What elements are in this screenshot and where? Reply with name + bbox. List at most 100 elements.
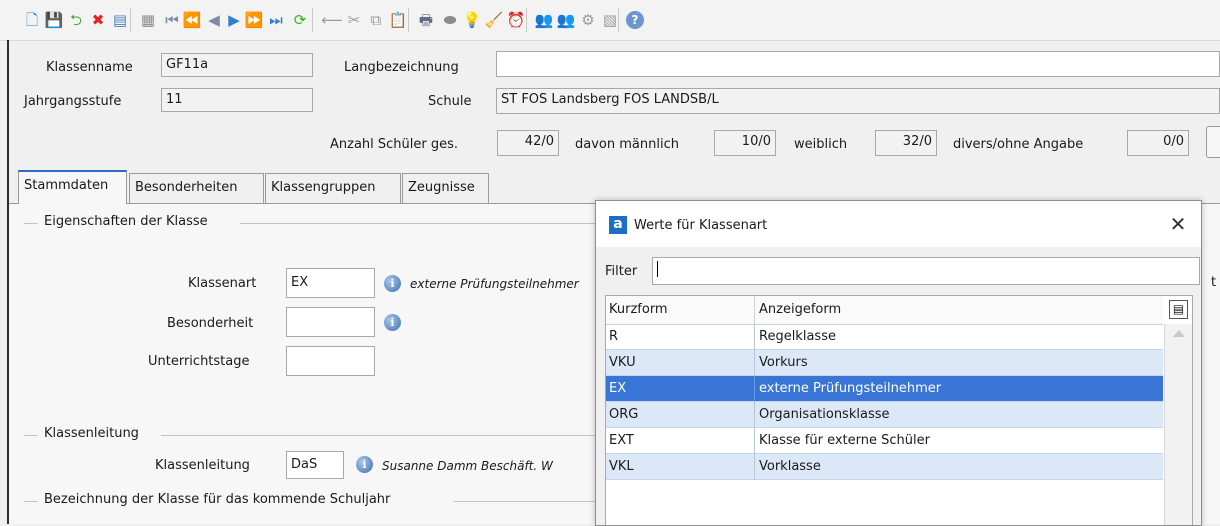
schule-label: Schule (428, 94, 472, 109)
column-separator (754, 296, 755, 324)
grid-view-icon[interactable]: ▦ (138, 10, 158, 30)
weiblich-label: weiblich (794, 137, 848, 152)
unterrichtstage-label: Unterrichtstage (148, 354, 250, 369)
langbezeichnung-field[interactable] (496, 51, 1220, 77)
cell-anzeigeform: Klasse für externe Schüler (759, 433, 930, 448)
group-line (240, 223, 596, 224)
settings-circle-icon[interactable]: ⚙ (578, 10, 598, 30)
preview-icon[interactable]: ⬬ (440, 10, 460, 30)
last-record-icon[interactable]: ⏭ (266, 10, 286, 30)
toolbar-separator (408, 8, 409, 32)
anzahl-schueler-label: Anzahl Schüler ges. (330, 137, 459, 152)
previous-icon[interactable]: ◀ (204, 10, 224, 30)
cell-kurzform: EX (609, 381, 627, 396)
table-row[interactable]: VKU Vorkurs (606, 350, 1163, 376)
copy-icon[interactable]: ⧉ (366, 10, 386, 30)
jahrgangsstufe-field[interactable]: 11 (161, 88, 313, 112)
group-bezeichnung-title: Bezeichnung der Klasse für das kommende … (40, 492, 395, 507)
column-header-anzeigeform[interactable]: Anzeigeform (759, 296, 841, 324)
table-row[interactable]: EXT Klasse für externe Schüler (606, 428, 1163, 454)
dialog-title-bar: a Werte für Klassenart ✕ (596, 201, 1201, 247)
dialog-title: Werte für Klassenart (634, 218, 768, 233)
info-icon[interactable]: i (384, 275, 401, 292)
besonderheit-label: Besonderheit (167, 316, 254, 331)
tab-besonderheiten[interactable]: Besonderheiten (129, 173, 264, 203)
klassenart-label: Klassenart (188, 276, 257, 291)
scroll-up-arrow-icon[interactable] (1173, 330, 1185, 337)
refresh-icon[interactable]: ⟳ (290, 10, 310, 30)
save-icon[interactable]: 💾 (44, 10, 64, 30)
next-icon[interactable]: ▶ (224, 10, 244, 30)
undo-icon[interactable]: ⮌ (66, 10, 86, 30)
cell-anzeigeform: Vorkurs (759, 355, 808, 370)
close-icon[interactable]: ✕ (1166, 212, 1190, 236)
langbezeichnung-label: Langbezeichnung (344, 60, 459, 75)
lightbulb-icon[interactable]: 💡 (462, 10, 482, 30)
column-header-kurzform[interactable]: Kurzform (609, 296, 668, 324)
group-line (161, 435, 596, 436)
cell-separator (754, 402, 755, 428)
klassenname-field[interactable]: GF11a (161, 53, 313, 77)
group-line (24, 223, 38, 224)
fast-forward-icon[interactable]: ⏩ (244, 10, 264, 30)
werte-klassenart-dialog: a Werte für Klassenart ✕ Filter Kurzform… (595, 200, 1202, 526)
toolbar-separator (312, 8, 313, 32)
users-icon[interactable]: 👥 (534, 10, 554, 30)
klassenleitung-field[interactable]: DaS (286, 451, 344, 479)
klassenart-description: externe Prüfungsteilnehmer (410, 277, 579, 291)
klassenart-field[interactable]: EX (286, 268, 375, 298)
help-icon[interactable]: ? (626, 11, 644, 29)
klassenleitung-label: Klassenleitung (155, 458, 250, 473)
group-klassenleitung-title: Klassenleitung (40, 426, 143, 441)
toolbar-separator (130, 8, 131, 32)
info-icon[interactable]: i (356, 456, 373, 473)
unterrichtstage-field[interactable] (286, 346, 375, 376)
cell-kurzform: VKL (609, 459, 634, 474)
cell-separator (754, 350, 755, 376)
tab-klassengruppen[interactable]: Klassengruppen (265, 173, 401, 203)
group-line (24, 435, 38, 436)
users-edit-icon[interactable]: 👥 (556, 10, 576, 30)
vertical-scrollbar[interactable] (1164, 324, 1192, 525)
new-document-icon[interactable]: 🗋 (22, 10, 42, 30)
cut-icon[interactable]: ✂ (344, 10, 364, 30)
print-icon[interactable]: 🖶 (416, 10, 436, 30)
cell-kurzform: ORG (609, 407, 639, 422)
extra-button[interactable] (1206, 126, 1220, 158)
table-header: Kurzform Anzeigeform (606, 296, 1163, 325)
jahrgangsstufe-label: Jahrgangsstufe (24, 94, 122, 109)
cell-anzeigeform: Vorklasse (759, 459, 821, 474)
delete-icon[interactable]: ✖ (88, 10, 108, 30)
tab-stammdaten[interactable]: Stammdaten (18, 170, 127, 204)
report-icon[interactable]: ▧ (600, 10, 620, 30)
paste-icon[interactable]: 📋 (388, 10, 408, 30)
cell-separator (754, 324, 755, 350)
rewind-icon[interactable]: ⏪ (182, 10, 202, 30)
table-row[interactable]: VKL Vorklasse (606, 454, 1163, 480)
weiblich-value: 32/0 (875, 130, 937, 156)
tab-zeugnisse[interactable]: Zeugnisse (402, 173, 489, 203)
schule-field[interactable]: ST FOS Landsberg FOS LANDSB/L (496, 88, 1220, 114)
cell-anzeigeform: Regelklasse (759, 329, 836, 344)
clipped-text: t (1211, 275, 1217, 290)
alarm-clock-icon[interactable]: ⏰ (506, 10, 526, 30)
cell-kurzform: R (609, 329, 619, 344)
table-row[interactable]: EX externe Prüfungsteilnehmer (606, 376, 1163, 402)
cell-separator (754, 454, 755, 480)
toolbar-separator (618, 8, 619, 32)
cell-anzeigeform: Organisationsklasse (759, 407, 890, 422)
table-row[interactable]: R Regelklasse (606, 324, 1163, 350)
column-chooser-icon[interactable]: ▤ (1169, 300, 1188, 319)
anzahl-schueler-value: 42/0 (497, 130, 559, 156)
info-icon[interactable]: i (384, 314, 401, 331)
broom-icon[interactable]: 🧹 (484, 10, 504, 30)
filter-input[interactable] (652, 257, 1200, 285)
cell-separator (754, 428, 755, 454)
first-record-icon[interactable]: ⏮ (162, 10, 182, 30)
divers-value: 0/0 (1127, 130, 1189, 156)
form-icon[interactable]: ▤ (110, 10, 130, 30)
back-arrow-icon[interactable]: ⟵ (321, 10, 343, 30)
table-row[interactable]: ORG Organisationsklasse (606, 402, 1163, 428)
filter-label: Filter (605, 264, 638, 279)
besonderheit-field[interactable] (286, 307, 375, 337)
